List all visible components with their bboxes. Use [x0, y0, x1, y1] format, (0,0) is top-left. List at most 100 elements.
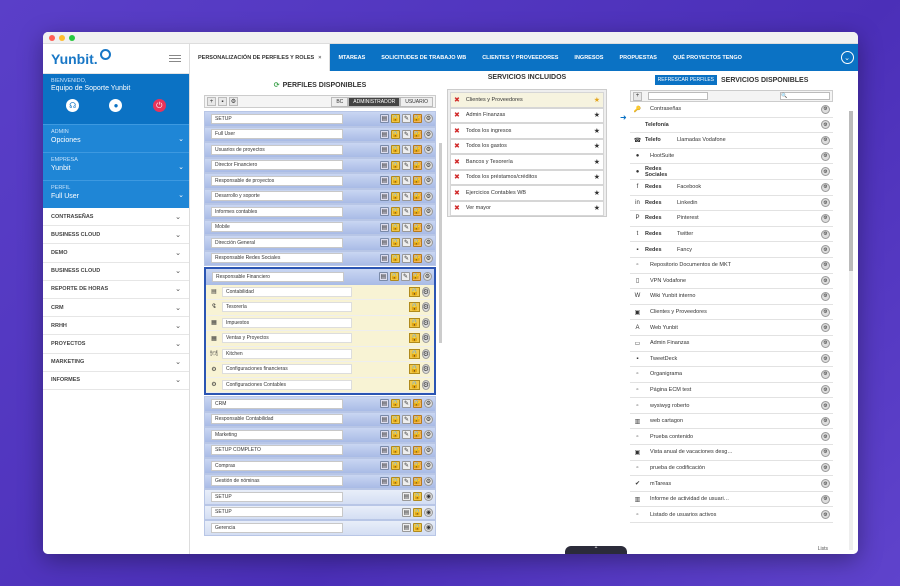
profile-name[interactable]: Dirección General	[211, 237, 343, 248]
profile-service-row[interactable]: ▤ Contabilidad 🔒 ⚙	[206, 284, 434, 300]
profile-name[interactable]: Responsable Redes Sociales	[211, 253, 343, 264]
settings-icon[interactable]: ⚙	[229, 97, 238, 106]
edit-icon[interactable]: ✎	[402, 430, 411, 440]
permissions-icon[interactable]: 🔐	[413, 476, 422, 486]
profile-row[interactable]: Responsable Financiero ▤ 🔒 ✎ 🔐 ⚙	[206, 269, 434, 285]
lock-icon[interactable]: 🔒	[413, 507, 422, 517]
sidebar-item[interactable]: RRHH ⌄	[43, 317, 189, 336]
save-icon[interactable]: ▤	[380, 114, 389, 124]
sidebar-item[interactable]: PROYECTOS ⌄	[43, 335, 189, 354]
star-icon[interactable]: ★	[594, 173, 600, 181]
gear-icon[interactable]: ⚙	[821, 198, 830, 208]
tab-item[interactable]: QUÉ PROYECTOS TENGO	[665, 44, 750, 71]
lock-icon[interactable]: 🔒	[409, 302, 420, 313]
category-select[interactable]	[648, 92, 708, 100]
gear-icon[interactable]: ⚙	[424, 414, 433, 424]
perfiles-scrollbar[interactable]	[439, 143, 442, 343]
available-service-row[interactable]: 🔑 Contraseñas ⚙	[630, 102, 833, 118]
search-input[interactable]: 🔍	[780, 92, 830, 100]
sidebar-item[interactable]: BUSINESS CLOUD ⌄	[43, 263, 189, 281]
save-icon[interactable]: ▤	[380, 476, 389, 486]
view-icon[interactable]: ◉	[424, 507, 433, 517]
gear-icon[interactable]: ⚙	[821, 338, 830, 348]
profile-name[interactable]: Gestión de nóminas	[211, 476, 343, 487]
permissions-icon[interactable]: 🔐	[413, 176, 422, 186]
yunbit-logo[interactable]: Yunbit.	[51, 49, 111, 67]
remove-icon[interactable]: ✖	[454, 189, 460, 197]
save-icon[interactable]: ▤	[380, 207, 389, 217]
gear-icon[interactable]: ⚙	[424, 461, 433, 471]
profile-service-row[interactable]: ⚙ Configuraciones Contables 🔒 ⚙	[206, 377, 434, 393]
tab-item[interactable]: PROPUESTAS	[611, 44, 665, 71]
headset-icon[interactable]: ☊	[66, 99, 80, 112]
gear-icon[interactable]: ⚙	[424, 399, 433, 409]
edit-icon[interactable]: ✎	[402, 222, 411, 232]
lock-icon[interactable]: 🔒	[409, 364, 420, 375]
available-service-row[interactable]: ▫ Listado de usuarios activos ⚙	[630, 507, 833, 524]
profile-row[interactable]: Compras ▤ 🔒 ✎ 🔐 ⚙	[204, 458, 436, 474]
remove-icon[interactable]: ✖	[454, 158, 460, 166]
lock-icon[interactable]: 🔒	[413, 523, 422, 533]
remove-icon[interactable]: ✖	[454, 173, 460, 181]
gear-icon[interactable]: ⚙	[421, 302, 430, 313]
edit-icon[interactable]: ▤	[402, 507, 411, 517]
gear-icon[interactable]: ⚙	[821, 291, 830, 301]
included-service-row[interactable]: ✖ Admin Finanzas ★	[450, 107, 604, 123]
lock-icon[interactable]: 🔒	[391, 238, 400, 248]
edit-icon[interactable]: ✎	[402, 160, 411, 170]
profile-name[interactable]: Responsable Financiero	[212, 271, 344, 282]
permissions-icon[interactable]: 🔐	[413, 253, 422, 263]
profile-row[interactable]: CRM ▤ 🔒 ✎ 🔐 ⚙	[204, 396, 436, 412]
save-icon[interactable]: ▤	[380, 191, 389, 201]
profile-service-row[interactable]: ▦ Impuestos 🔒 ⚙	[206, 315, 434, 331]
included-service-row[interactable]: ✖ Todos los gastos ★	[450, 138, 604, 154]
profile-name[interactable]: Informes contables	[211, 206, 343, 217]
save-icon[interactable]: ▤	[380, 176, 389, 186]
sidebar-section-admin[interactable]: ADMIN Opciones ⌄	[43, 124, 189, 152]
profile-service-row[interactable]: ▦ Ventas y Proyectos 🔒 ⚙	[206, 331, 434, 347]
available-service-row[interactable]: ▣ Vista anual de vacaciones desg… ⚙	[630, 445, 833, 461]
included-service-row[interactable]: ✖ Bancos y Tesorería ★	[450, 154, 604, 170]
available-service-row[interactable]: ▫ Página ECM test ⚙	[630, 383, 833, 399]
lock-icon[interactable]: 🔒	[391, 430, 400, 440]
profile-name[interactable]: Marketing	[211, 429, 343, 440]
gear-icon[interactable]: ⚙	[821, 260, 830, 270]
gear-icon[interactable]: ⚙	[821, 135, 830, 145]
sidebar-item[interactable]: MARKETING ⌄	[43, 354, 189, 372]
add-profile-icon[interactable]: +	[207, 97, 216, 106]
available-service-row[interactable]: f Redes Facebook ⚙	[630, 180, 833, 196]
star-icon[interactable]: ★	[594, 96, 600, 104]
permissions-icon[interactable]: 🔐	[413, 207, 422, 217]
lock-icon[interactable]: 🔒	[409, 286, 420, 297]
edit-icon[interactable]: ▤	[402, 523, 411, 533]
close-tab-icon[interactable]: ×	[318, 55, 321, 61]
gear-icon[interactable]: ⚙	[821, 369, 830, 379]
refresh-profiles-button[interactable]: REFRESCAR PERFILES	[654, 75, 717, 85]
available-service-row[interactable]: ▪ Redes Fancy ⚙	[630, 242, 833, 258]
gear-icon[interactable]: ⚙	[424, 207, 433, 217]
lock-icon[interactable]: 🔒	[409, 348, 420, 359]
gear-icon[interactable]: ⚙	[424, 253, 433, 263]
included-service-row[interactable]: ✖ Clientes y Proveedores ★	[450, 92, 604, 108]
profile-row[interactable]: Usuarios de proyectos ▤ 🔒 ✎ 🔐 ⚙	[204, 142, 436, 158]
permissions-icon[interactable]: 🔐	[413, 445, 422, 455]
permissions-icon[interactable]: 🔐	[413, 238, 422, 248]
available-service-row[interactable]: A Web Yunbit ⚙	[630, 320, 833, 336]
edit-icon[interactable]: ✎	[402, 399, 411, 409]
profile-name[interactable]: Responsable Contabilidad	[211, 414, 343, 425]
sidebar-item[interactable]: DEMO ⌄	[43, 244, 189, 263]
star-icon[interactable]: ★	[594, 142, 600, 150]
gear-icon[interactable]: ⚙	[821, 167, 830, 177]
lock-icon[interactable]: 🔒	[391, 414, 400, 424]
edit-icon[interactable]: ✎	[402, 414, 411, 424]
sidebar-section-perfil[interactable]: PERFIL Full User ⌄	[43, 180, 189, 208]
role-tab[interactable]: BC	[331, 96, 349, 107]
edit-icon[interactable]: ▤	[402, 492, 411, 502]
available-service-row[interactable]: t Redes Twitter ⚙	[630, 227, 833, 243]
profile-name[interactable]: Compras	[211, 460, 343, 471]
lock-icon[interactable]: 🔒	[409, 317, 420, 328]
permissions-icon[interactable]: 🔐	[413, 414, 422, 424]
gear-icon[interactable]: ⚙	[821, 416, 830, 426]
gear-icon[interactable]: ⚙	[424, 238, 433, 248]
profile-name[interactable]: Usuarios de proyectos	[211, 144, 343, 155]
